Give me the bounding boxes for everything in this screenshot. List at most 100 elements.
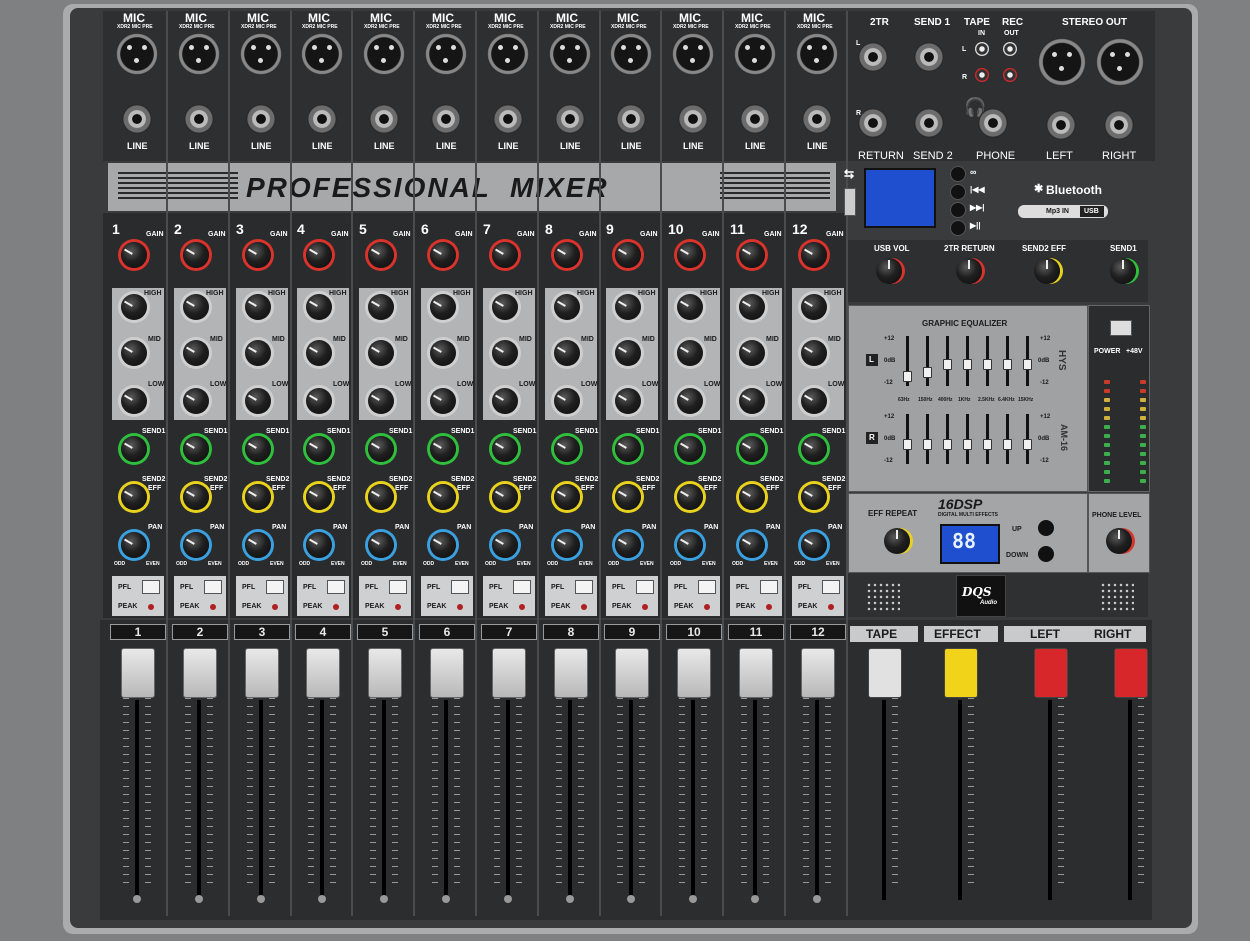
line-input-jack[interactable] (616, 104, 646, 134)
eq-band-slider[interactable] (1003, 439, 1012, 450)
send2-eff-knob[interactable] (245, 484, 271, 510)
line-input-jack[interactable] (802, 104, 832, 134)
mid-eq-knob[interactable] (245, 340, 271, 366)
pan-knob[interactable] (492, 532, 518, 558)
mic-xlr-input[interactable] (425, 33, 467, 75)
up-button[interactable] (1038, 520, 1054, 536)
pan-knob[interactable] (739, 532, 765, 558)
pan-knob[interactable] (677, 532, 703, 558)
eq-band-slider[interactable] (983, 359, 992, 370)
pfl-switch[interactable] (575, 580, 593, 594)
send2-eff-knob[interactable] (1034, 258, 1060, 284)
high-eq-knob[interactable] (430, 294, 456, 320)
mic-xlr-input[interactable] (240, 33, 282, 75)
gain-knob[interactable] (306, 242, 332, 268)
mic-xlr-input[interactable] (116, 33, 158, 75)
gain-knob[interactable] (245, 242, 271, 268)
eff-repeat-knob[interactable] (884, 528, 910, 554)
send2-jack[interactable] (914, 108, 944, 138)
stereo-out-left-jack[interactable] (1046, 110, 1076, 140)
mid-eq-knob[interactable] (492, 340, 518, 366)
mid-eq-knob[interactable] (801, 340, 827, 366)
high-eq-knob[interactable] (306, 294, 332, 320)
line-input-jack[interactable] (369, 104, 399, 134)
down-button[interactable] (1038, 546, 1054, 562)
effect-fader-cap[interactable] (944, 648, 978, 698)
mic-xlr-input[interactable] (363, 33, 405, 75)
pan-knob[interactable] (554, 532, 580, 558)
eq-band-slider[interactable] (1003, 359, 1012, 370)
return-r-jack[interactable] (858, 108, 888, 138)
mid-eq-knob[interactable] (677, 340, 703, 366)
send2-eff-knob[interactable] (121, 484, 147, 510)
send1-master-knob[interactable] (1110, 258, 1136, 284)
mid-eq-knob[interactable] (554, 340, 580, 366)
stereo-out-right-xlr[interactable] (1096, 38, 1144, 86)
eq-band-slider[interactable] (1023, 359, 1032, 370)
low-eq-knob[interactable] (183, 388, 209, 414)
send1-knob[interactable] (245, 436, 271, 462)
power-switch[interactable] (1110, 320, 1132, 336)
send1-knob[interactable] (739, 436, 765, 462)
stereo-out-right-jack[interactable] (1104, 110, 1134, 140)
send1-knob[interactable] (554, 436, 580, 462)
fader-cap[interactable] (554, 648, 588, 698)
next-button[interactable] (950, 202, 966, 218)
gain-knob[interactable] (121, 242, 147, 268)
repeat-button[interactable] (950, 166, 966, 182)
high-eq-knob[interactable] (368, 294, 394, 320)
mid-eq-knob[interactable] (183, 340, 209, 366)
gain-knob[interactable] (368, 242, 394, 268)
fader-cap[interactable] (677, 648, 711, 698)
two-tr-return-knob[interactable] (956, 258, 982, 284)
pfl-switch[interactable] (142, 580, 160, 594)
pan-knob[interactable] (368, 532, 394, 558)
eq-band-slider[interactable] (943, 359, 952, 370)
line-input-jack[interactable] (246, 104, 276, 134)
send2-eff-knob[interactable] (306, 484, 332, 510)
mic-xlr-input[interactable] (796, 33, 838, 75)
fader-cap[interactable] (306, 648, 340, 698)
pfl-switch[interactable] (822, 580, 840, 594)
send1-knob[interactable] (306, 436, 332, 462)
fader-cap[interactable] (121, 648, 155, 698)
line-input-jack[interactable] (493, 104, 523, 134)
eq-band-slider[interactable] (963, 439, 972, 450)
eq-band-slider[interactable] (963, 359, 972, 370)
high-eq-knob[interactable] (492, 294, 518, 320)
mic-xlr-input[interactable] (734, 33, 776, 75)
usb-port[interactable] (844, 188, 856, 216)
high-eq-knob[interactable] (245, 294, 271, 320)
send2-eff-knob[interactable] (492, 484, 518, 510)
mic-xlr-input[interactable] (487, 33, 529, 75)
return-l-jack[interactable] (858, 42, 888, 72)
phone-level-knob[interactable] (1106, 528, 1132, 554)
rca-rec-out-r[interactable] (1003, 68, 1017, 82)
prev-button[interactable] (950, 184, 966, 200)
pfl-switch[interactable] (204, 580, 222, 594)
send2-eff-knob[interactable] (554, 484, 580, 510)
pfl-switch[interactable] (636, 580, 654, 594)
pan-knob[interactable] (121, 532, 147, 558)
gain-knob[interactable] (183, 242, 209, 268)
rca-rec-out-l[interactable] (1003, 42, 1017, 56)
send2-eff-knob[interactable] (430, 484, 456, 510)
pfl-switch[interactable] (327, 580, 345, 594)
pfl-switch[interactable] (266, 580, 284, 594)
line-input-jack[interactable] (184, 104, 214, 134)
send2-eff-knob[interactable] (183, 484, 209, 510)
send1-knob[interactable] (183, 436, 209, 462)
pan-knob[interactable] (430, 532, 456, 558)
high-eq-knob[interactable] (615, 294, 641, 320)
fader-cap[interactable] (245, 648, 279, 698)
fader-cap[interactable] (183, 648, 217, 698)
mid-eq-knob[interactable] (739, 340, 765, 366)
send1-knob[interactable] (492, 436, 518, 462)
high-eq-knob[interactable] (801, 294, 827, 320)
stereo-out-left-xlr[interactable] (1038, 38, 1086, 86)
low-eq-knob[interactable] (492, 388, 518, 414)
low-eq-knob[interactable] (245, 388, 271, 414)
mid-eq-knob[interactable] (306, 340, 332, 366)
low-eq-knob[interactable] (739, 388, 765, 414)
eq-band-slider[interactable] (1023, 439, 1032, 450)
